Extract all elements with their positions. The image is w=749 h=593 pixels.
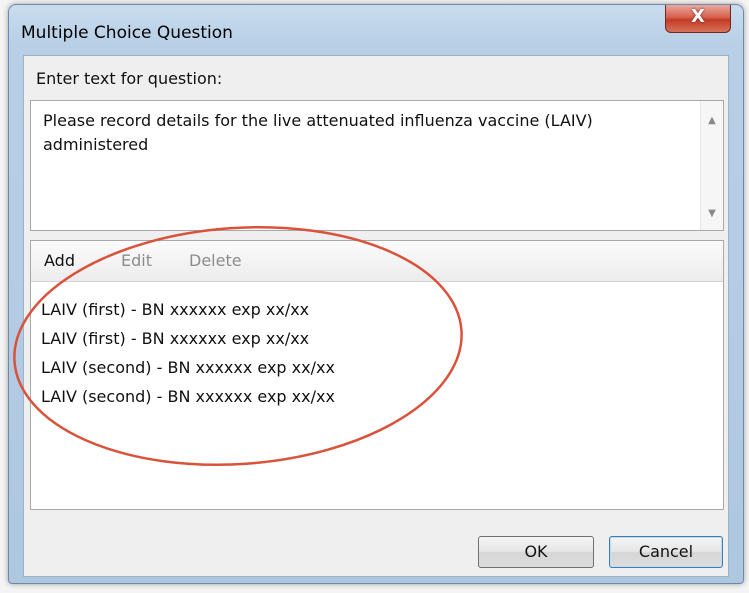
delete-choice-button[interactable]: Delete [189,251,242,270]
question-prompt-label: Enter text for question: [36,69,223,88]
choice-list: LAIV (first) - BN xxxxxx exp xx/xx LAIV … [41,295,713,411]
choice-item[interactable]: LAIV (second) - BN xxxxxx exp xx/xx [41,382,713,411]
question-scrollbar[interactable]: ▲ ▼ [700,101,723,230]
dialog-button-bar: OK Cancel [24,526,728,576]
add-choice-button[interactable]: Add [44,251,75,270]
question-text-field[interactable]: Please record details for the live atten… [30,100,724,231]
ok-button[interactable]: OK [478,536,594,568]
question-text[interactable]: Please record details for the live atten… [43,109,683,157]
scroll-up-arrow-icon[interactable]: ▲ [701,111,723,131]
choice-item[interactable]: LAIV (second) - BN xxxxxx exp xx/xx [41,353,713,382]
dialog-content: Enter text for question: Please record d… [23,55,729,577]
choice-item[interactable]: LAIV (first) - BN xxxxxx exp xx/xx [41,324,713,353]
window-title: Multiple Choice Question [21,23,233,43]
close-button[interactable]: X [665,5,731,33]
close-icon: X [691,6,705,27]
cancel-button[interactable]: Cancel [609,536,723,568]
scroll-down-arrow-icon[interactable]: ▼ [701,204,723,224]
edit-choice-button[interactable]: Edit [121,251,152,270]
choices-toolbar: Add Edit Delete [31,241,723,282]
choices-panel: Add Edit Delete LAIV (first) - BN xxxxxx… [30,240,724,510]
choice-item[interactable]: LAIV (first) - BN xxxxxx exp xx/xx [41,295,713,324]
multiple-choice-dialog: Multiple Choice Question X Enter text fo… [8,4,744,584]
title-bar[interactable]: Multiple Choice Question X [9,5,743,49]
